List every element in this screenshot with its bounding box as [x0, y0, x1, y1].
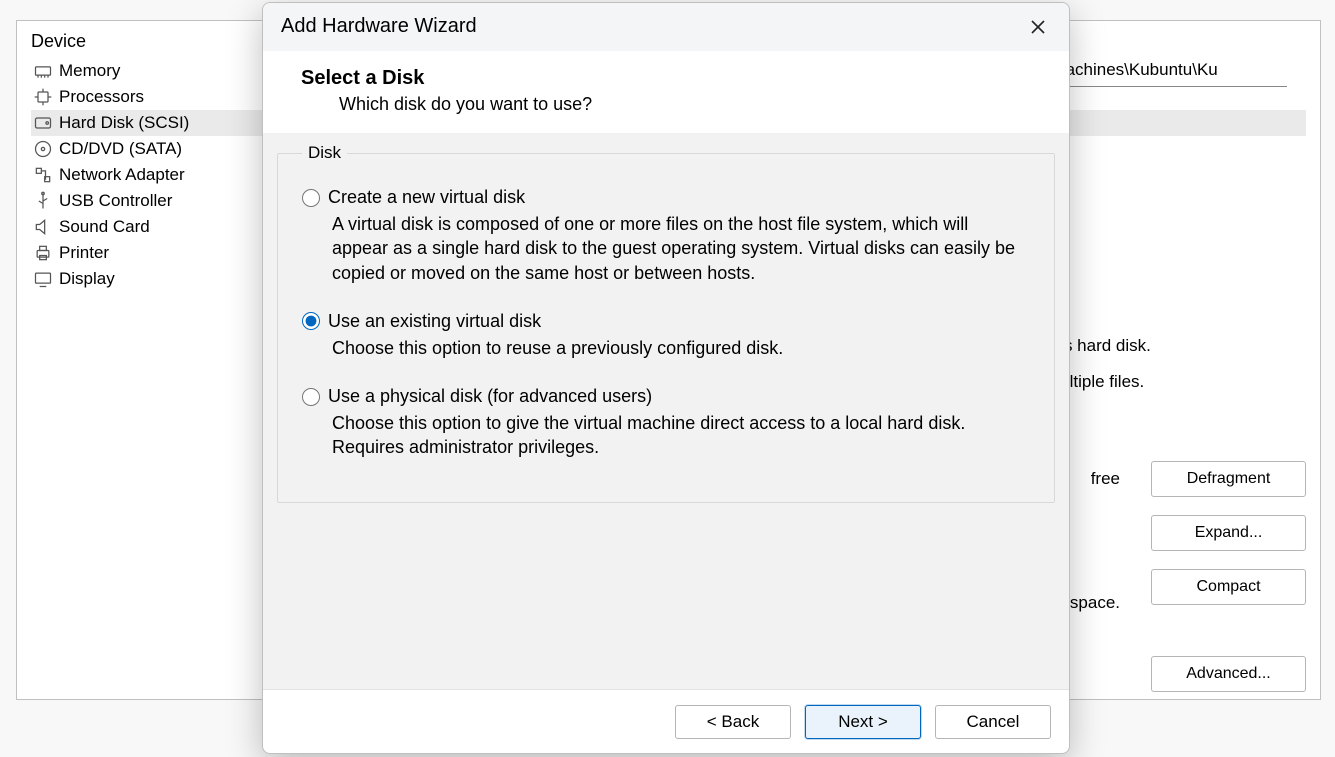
- radio-option-use-existing[interactable]: Use an existing virtual disk: [302, 311, 1030, 332]
- disk-info-text: this hard disk. multiple files.: [1046, 331, 1306, 408]
- space-label-suffix: space.: [1070, 593, 1120, 613]
- next-button[interactable]: Next >: [805, 705, 921, 739]
- radio-physical-desc: Choose this option to give the virtual m…: [302, 407, 1030, 480]
- device-label: Memory: [59, 61, 120, 81]
- disk-group-legend: Disk: [302, 143, 347, 163]
- expand-button[interactable]: Expand...: [1151, 515, 1306, 551]
- network-icon: [33, 165, 53, 185]
- device-label: Hard Disk (SCSI): [59, 113, 189, 133]
- radio-option-physical[interactable]: Use a physical disk (for advanced users): [302, 386, 1030, 407]
- wizard-subheading: Which disk do you want to use?: [301, 94, 1039, 115]
- hard-disk-icon: [33, 113, 53, 133]
- disk-options-group: Disk Create a new virtual disk A virtual…: [277, 143, 1055, 503]
- device-label: Network Adapter: [59, 165, 185, 185]
- wizard-titlebar[interactable]: Add Hardware Wizard: [263, 3, 1069, 51]
- wizard-window-title: Add Hardware Wizard: [281, 15, 1015, 38]
- device-label: Display: [59, 269, 115, 289]
- printer-icon: [33, 243, 53, 263]
- free-space-label-suffix: free: [1091, 469, 1120, 489]
- memory-icon: [33, 61, 53, 81]
- info-line-1: this hard disk.: [1046, 336, 1306, 356]
- radio-create-new-desc: A virtual disk is composed of one or mor…: [302, 208, 1030, 305]
- wizard-header: Select a Disk Which disk do you want to …: [263, 51, 1069, 133]
- radio-use-existing-desc: Choose this option to reuse a previously…: [302, 332, 1030, 380]
- cpu-icon: [33, 87, 53, 107]
- close-button[interactable]: [1015, 8, 1061, 46]
- device-label: USB Controller: [59, 191, 172, 211]
- usb-icon: [33, 191, 53, 211]
- radio-create-new-label: Create a new virtual disk: [328, 187, 525, 208]
- radio-option-create-new[interactable]: Create a new virtual disk: [302, 187, 1030, 208]
- device-label: Sound Card: [59, 217, 150, 237]
- info-line-2: multiple files.: [1046, 372, 1306, 392]
- display-icon: [33, 269, 53, 289]
- radio-use-existing-input[interactable]: [302, 312, 320, 330]
- back-button[interactable]: < Back: [675, 705, 791, 739]
- wizard-body: Disk Create a new virtual disk A virtual…: [263, 133, 1069, 689]
- defragment-button[interactable]: Defragment: [1151, 461, 1306, 497]
- radio-physical-label: Use a physical disk (for advanced users): [328, 386, 652, 407]
- compact-button[interactable]: Compact: [1151, 569, 1306, 605]
- device-label: Processors: [59, 87, 144, 107]
- add-hardware-wizard-dialog: Add Hardware Wizard Select a Disk Which …: [262, 2, 1070, 754]
- advanced-button[interactable]: Advanced...: [1151, 656, 1306, 692]
- close-icon: [1031, 20, 1045, 34]
- device-label: Printer: [59, 243, 109, 263]
- sound-icon: [33, 217, 53, 237]
- wizard-heading: Select a Disk: [301, 67, 1039, 90]
- radio-use-existing-label: Use an existing virtual disk: [328, 311, 541, 332]
- radio-create-new-input[interactable]: [302, 189, 320, 207]
- cancel-button[interactable]: Cancel: [935, 705, 1051, 739]
- device-label: CD/DVD (SATA): [59, 139, 182, 159]
- disc-icon: [33, 139, 53, 159]
- radio-physical-input[interactable]: [302, 388, 320, 406]
- wizard-footer: < Back Next > Cancel: [263, 689, 1069, 753]
